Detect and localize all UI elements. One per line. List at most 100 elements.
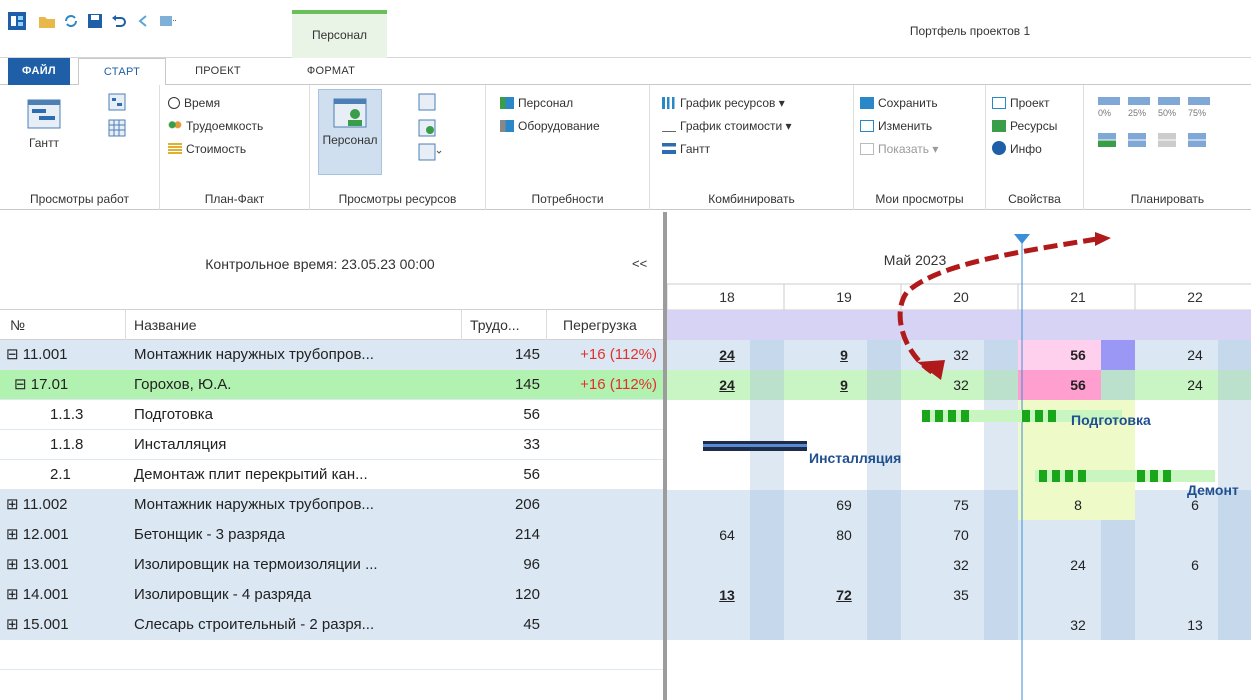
table-row[interactable]: 2.1 Демонтаж плит перекрытий кан... 56 xyxy=(0,460,665,490)
grid-view-icon[interactable] xyxy=(108,119,126,137)
chart-value[interactable]: 80 xyxy=(814,520,874,550)
save-view-button[interactable]: Сохранить xyxy=(860,93,938,113)
info-icon xyxy=(992,141,1006,155)
chart-value[interactable]: 56 xyxy=(1048,340,1108,370)
chart-value[interactable]: 24 xyxy=(697,340,757,370)
cell-labor: 56 xyxy=(523,466,540,483)
open-folder-icon[interactable] xyxy=(38,12,56,30)
col-overload-header[interactable]: Перегрузка xyxy=(547,310,665,340)
labor-button[interactable]: Трудоемкость xyxy=(168,116,263,136)
gantt-combine-button[interactable]: Гантт xyxy=(662,139,710,159)
table-row[interactable]: ⊞ 15.001 Слесарь строительный - 2 разря..… xyxy=(0,610,665,640)
task-bar-prep xyxy=(935,410,943,422)
progress-50-icon[interactable] xyxy=(1158,97,1180,105)
chart-value[interactable]: 24 xyxy=(1165,340,1225,370)
resource-more-icon[interactable] xyxy=(418,143,442,161)
equipment-needs-button[interactable]: Оборудование xyxy=(500,116,600,136)
chart-value[interactable]: 32 xyxy=(1048,610,1108,640)
chart-value[interactable]: 13 xyxy=(1165,610,1225,640)
chart-value[interactable]: 13 xyxy=(697,580,757,610)
chart-value[interactable]: 56 xyxy=(1048,370,1108,400)
tab-file[interactable]: ФАЙЛ xyxy=(8,58,70,85)
table-row[interactable]: 1.1.3 Подготовка 56 xyxy=(0,400,665,430)
tab-project[interactable]: ПРОЕКТ xyxy=(190,58,246,85)
chart-value[interactable]: 24 xyxy=(1165,370,1225,400)
table-row[interactable]: ⊞ 11.002 Монтажник наружных трубопров... 2… xyxy=(0,490,665,520)
tab-format[interactable]: ФОРМАТ xyxy=(296,58,366,85)
task-bar-prep xyxy=(1035,410,1043,422)
cell-name: Горохов, Ю.А. xyxy=(134,376,232,393)
chart-value[interactable]: 32 xyxy=(931,550,991,580)
time-label: Время xyxy=(184,96,221,110)
chart-value[interactable]: 24 xyxy=(697,370,757,400)
chart-value[interactable]: 72 xyxy=(814,580,874,610)
project-properties-button[interactable]: Проект xyxy=(992,93,1050,113)
progress-0-icon[interactable] xyxy=(1098,97,1120,105)
personnel-needs-button[interactable]: Персонал xyxy=(500,93,573,113)
chart-value[interactable]: 35 xyxy=(931,580,991,610)
project-properties-label: Проект xyxy=(1010,96,1050,110)
collapse-button[interactable]: << xyxy=(632,256,647,271)
chart-value[interactable]: 6 xyxy=(1165,550,1225,580)
tab-start[interactable]: СТАРТ xyxy=(78,58,166,86)
ribbon: Гантт Просмотры работ Время Трудоемкость… xyxy=(0,85,1251,210)
project-icon xyxy=(992,97,1006,109)
context-tab-personnel[interactable]: Персонал xyxy=(292,10,387,58)
chart-value[interactable]: 75 xyxy=(931,490,991,520)
customize-icon[interactable] xyxy=(158,12,176,30)
group-label: Просмотры работ xyxy=(30,192,129,206)
resource-table-icon[interactable] xyxy=(418,93,436,111)
split-task-icon[interactable] xyxy=(1158,133,1176,147)
table-row[interactable]: ⊞ 12.001 Бетонщик - 3 разряда 214 xyxy=(0,520,665,550)
personnel-icon xyxy=(333,98,367,128)
cell-overload xyxy=(547,520,657,550)
chart-value[interactable]: 64 xyxy=(697,520,757,550)
chart-value[interactable]: 9 xyxy=(814,370,874,400)
chart-value[interactable]: 24 xyxy=(1048,550,1108,580)
edit-view-button[interactable]: Изменить xyxy=(860,116,932,136)
day-header: 19 xyxy=(836,289,852,305)
col-name-header[interactable]: Название xyxy=(126,310,462,340)
cell-name: Подготовка xyxy=(134,406,213,423)
resource-chart-button[interactable]: График ресурсов ▾ xyxy=(662,93,785,113)
resource-usage-icon[interactable] xyxy=(418,119,436,137)
group-label: Комбинировать xyxy=(708,192,795,206)
table-row[interactable]: ⊟ 11.001 Монтажник наружных трубопров... 1… xyxy=(0,340,665,370)
refresh-icon[interactable] xyxy=(62,12,80,30)
cell-name: Монтажник наружных трубопров... xyxy=(134,496,374,513)
col-labor-header[interactable]: Трудо... xyxy=(462,310,547,340)
table-row[interactable]: ⊟ 17.01 Горохов, Ю.А. 145 +16 (112%) xyxy=(0,370,665,400)
cost-button[interactable]: Стоимость xyxy=(168,139,246,159)
chart-value[interactable]: 32 xyxy=(931,370,991,400)
col-num-header[interactable]: № xyxy=(0,310,126,340)
annotation-arrow-tail xyxy=(1095,232,1111,246)
undo-icon[interactable] xyxy=(110,12,128,30)
table-row[interactable]: 1.1.8 Инсталляция 33 xyxy=(0,430,665,460)
table-row[interactable]: ⊞ 13.001 Изолировщик на термоизоляции ...… xyxy=(0,550,665,580)
chart-value[interactable]: 70 xyxy=(931,520,991,550)
personnel-view-button[interactable]: Персонал xyxy=(318,89,382,175)
progress-25-icon[interactable] xyxy=(1128,97,1150,105)
cell-overload: +16 (112%) xyxy=(580,346,657,363)
chart-value[interactable]: 69 xyxy=(814,490,874,520)
save-icon[interactable] xyxy=(86,12,104,30)
show-view-button[interactable]: Показать ▾ xyxy=(860,139,938,159)
cost-chart-button[interactable]: График стоимости ▾ xyxy=(662,116,792,136)
chart-value[interactable]: 32 xyxy=(931,340,991,370)
table-row[interactable]: ⊞ 14.001 Изолировщик - 4 разряда 120 xyxy=(0,580,665,610)
control-time-panel: Контрольное время: 23.05.23 00:00 << xyxy=(0,212,665,310)
chart-value[interactable]: 8 xyxy=(1048,490,1108,520)
time-button[interactable]: Время xyxy=(168,93,220,113)
move-task-icon[interactable] xyxy=(1188,133,1206,147)
cell-overload xyxy=(547,490,657,520)
progress-75-icon[interactable] xyxy=(1188,97,1210,105)
chart-value[interactable]: 9 xyxy=(814,340,874,370)
table-view-icon[interactable] xyxy=(108,93,126,111)
link-tasks-icon[interactable] xyxy=(1098,133,1116,147)
gantt-button[interactable]: Гантт xyxy=(14,97,74,150)
redo-icon[interactable] xyxy=(134,12,152,30)
task-bar-demont xyxy=(1078,470,1086,482)
info-button[interactable]: Инфо xyxy=(992,139,1042,159)
resources-properties-button[interactable]: Ресурсы xyxy=(992,116,1057,136)
unlink-tasks-icon[interactable] xyxy=(1128,133,1146,147)
